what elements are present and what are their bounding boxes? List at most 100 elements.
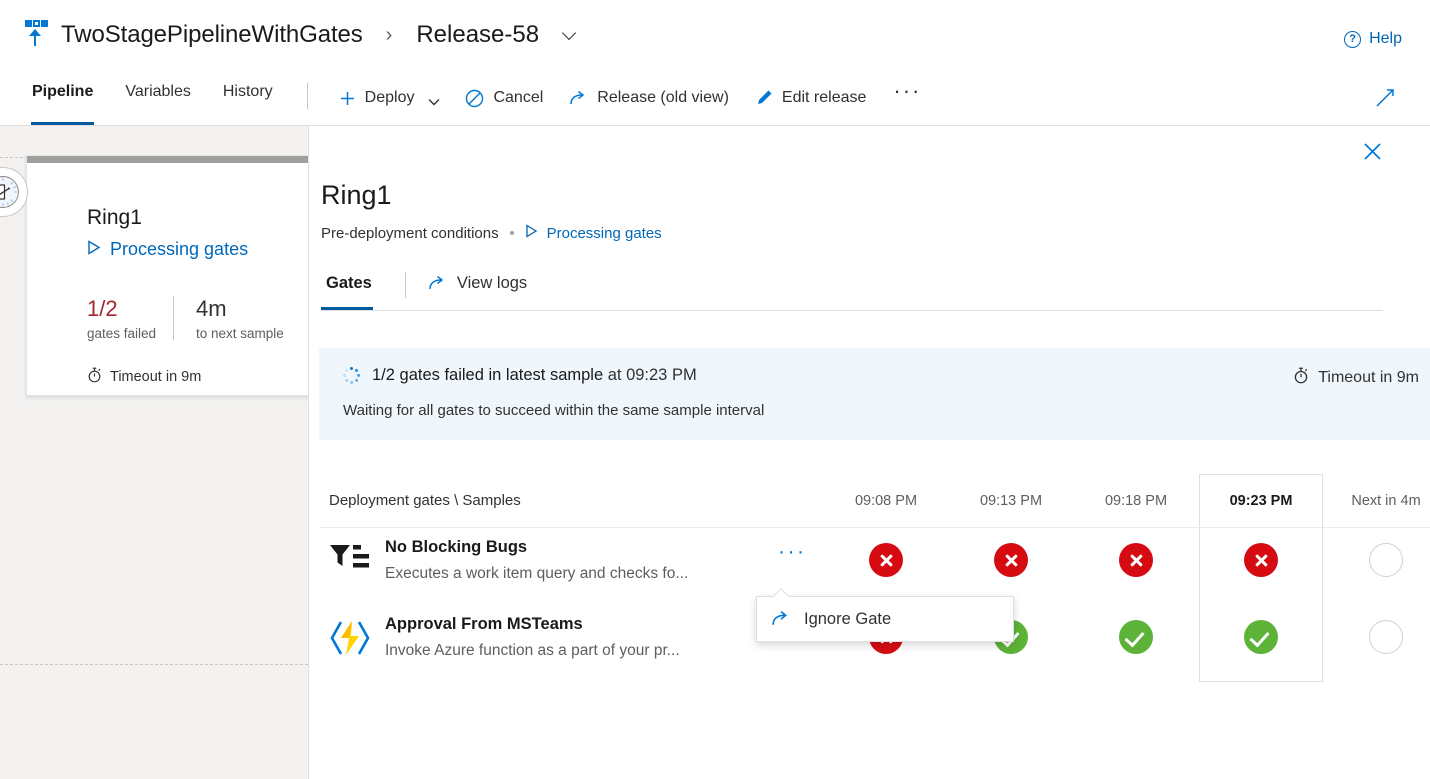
stage-status[interactable]: Processing gates <box>87 239 248 260</box>
external-link-icon <box>771 610 791 628</box>
metric-divider <box>173 296 174 340</box>
tab-gates-label: Gates <box>326 274 372 292</box>
column-header-3: 09:23 PM <box>1229 492 1293 509</box>
toolbar-overflow-button[interactable]: ··· <box>879 71 935 104</box>
panel-subtitle: Pre-deployment conditions Processing gat… <box>321 224 662 242</box>
sample-cell <box>1074 543 1198 577</box>
status-pending-icon <box>1369 620 1403 654</box>
stage-card-ring1[interactable]: Ring1 Processing gates 1/2 gates failed … <box>26 155 326 396</box>
gate-more-actions-button[interactable]: ··· <box>778 541 806 562</box>
chevron-down-icon <box>428 93 440 105</box>
stage-metrics: 1/2 gates failed 4m to next sample <box>87 296 284 341</box>
breadcrumb: TwoStagePipelineWithGates › Release-58 <box>22 20 576 50</box>
loading-spinner-icon <box>343 367 361 384</box>
work-item-query-filter-icon <box>329 541 371 579</box>
plus-icon <box>339 90 356 107</box>
tab-variables-label: Variables <box>125 83 191 100</box>
status-pass-icon <box>1119 620 1153 654</box>
ignore-gate-label: Ignore Gate <box>804 609 892 628</box>
toolbar: Pipeline Variables History Deploy Cancel… <box>0 71 1430 126</box>
banner-timeout: Timeout in 9m <box>1293 367 1419 389</box>
panel-subtitle-text: Pre-deployment conditions <box>321 224 499 242</box>
context-menu-beak <box>773 587 791 597</box>
banner-headline: 1/2 gates failed in latest sample at 09:… <box>343 366 697 385</box>
banner-headline-strong: 1/2 gates failed in latest sample <box>372 366 604 384</box>
metric-next-sample-label: to next sample <box>196 326 284 341</box>
metric-gates-failed: 1/2 gates failed <box>87 296 165 341</box>
tab-pipeline[interactable]: Pipeline <box>16 71 109 125</box>
status-fail-icon <box>869 543 903 577</box>
metric-next-sample: 4m to next sample <box>196 296 284 341</box>
question-circle-icon: ? <box>1344 30 1362 48</box>
panel-status-link[interactable]: Processing gates <box>525 224 662 242</box>
gate-title: Approval From MSTeams <box>385 615 583 633</box>
stage-timeout-label: Timeout in 9m <box>110 369 202 385</box>
app-header: TwoStagePipelineWithGates › Release-58 ?… <box>0 0 1430 71</box>
view-logs-label: View logs <box>456 274 528 292</box>
metric-next-sample-value: 4m <box>196 296 227 321</box>
gate-description: Executes a work item query and checks fo… <box>385 565 689 582</box>
subtitle-bullet <box>509 231 514 235</box>
banner-headline-rest: at 09:23 PM <box>603 366 697 384</box>
tab-gates[interactable]: Gates <box>321 270 391 310</box>
help-button[interactable]: ? Help <box>1344 30 1402 48</box>
gates-table-header: Deployment gates \ Samples 09:08 PM 09:1… <box>319 474 1430 528</box>
chevron-down-icon[interactable] <box>564 27 576 39</box>
gates-detail-panel: Ring1 Pre-deployment conditions Processi… <box>308 126 1430 779</box>
status-banner: 1/2 gates failed in latest sample at 09:… <box>319 348 1430 440</box>
tab-history[interactable]: History <box>207 71 289 125</box>
status-pending-icon <box>1369 543 1403 577</box>
release-name[interactable]: Release-58 <box>416 21 539 49</box>
stage-name: Ring1 <box>87 206 142 229</box>
deploy-label: Deploy <box>364 89 415 106</box>
pipeline-name[interactable]: TwoStagePipelineWithGates <box>61 21 363 49</box>
sample-cell <box>1324 620 1430 654</box>
toolbar-divider <box>306 83 308 109</box>
metric-gates-failed-value: 1/2 <box>87 296 118 321</box>
panel-status-link-label: Processing gates <box>546 224 662 242</box>
canvas-divider-bottom <box>0 664 308 665</box>
sample-cell <box>1199 620 1323 654</box>
gates-table-row-header: Deployment gates \ Samples <box>329 492 521 509</box>
status-fail-icon <box>994 543 1028 577</box>
status-fail-icon <box>1244 543 1278 577</box>
gate-context-menu: Ignore Gate <box>756 596 1014 642</box>
edit-release-label: Edit release <box>781 89 867 106</box>
help-label: Help <box>1369 30 1402 47</box>
sample-cell <box>1199 543 1323 577</box>
breadcrumb-separator-icon: › <box>385 23 393 46</box>
metric-gates-failed-label: gates failed <box>87 326 157 341</box>
banner-timeout-label: Timeout in 9m <box>1318 369 1419 386</box>
column-header-1: 09:13 PM <box>979 492 1043 509</box>
view-logs-button[interactable]: View logs <box>428 270 527 293</box>
column-header-0: 09:08 PM <box>854 492 918 509</box>
edit-release-button[interactable]: Edit release <box>742 71 880 113</box>
close-icon[interactable] <box>1360 139 1384 163</box>
status-pass-icon <box>1244 620 1278 654</box>
tab-variables[interactable]: Variables <box>109 71 207 125</box>
gates-table: Deployment gates \ Samples 09:08 PM 09:1… <box>319 474 1430 682</box>
stopwatch-icon <box>1293 367 1309 389</box>
external-link-icon <box>428 275 447 292</box>
tab-pipeline-label: Pipeline <box>32 83 94 100</box>
sample-cell <box>1324 543 1430 577</box>
sample-cell <box>1074 620 1198 654</box>
gate-description: Invoke Azure function as a part of your … <box>385 642 680 659</box>
ignore-gate-menu-item[interactable]: Ignore Gate <box>757 597 1013 641</box>
pencil-icon <box>755 89 773 107</box>
cancel-circle-icon <box>465 89 484 108</box>
expand-diagonal-icon[interactable] <box>1374 87 1396 114</box>
column-header-4: Next in 4m <box>1351 492 1421 509</box>
tab-history-label: History <box>222 83 273 100</box>
gate-title: No Blocking Bugs <box>385 538 528 556</box>
external-link-icon <box>569 90 588 107</box>
stage-card-status-bar <box>27 156 325 163</box>
cancel-button[interactable]: Cancel <box>452 71 556 113</box>
sample-cell <box>824 543 948 577</box>
panel-tabs: Gates View logs <box>321 270 1383 311</box>
deploy-button[interactable]: Deploy <box>326 71 453 113</box>
sample-cell <box>949 543 1073 577</box>
release-old-view-button[interactable]: Release (old view) <box>556 71 742 113</box>
table-row[interactable]: No Blocking Bugs Executes a work item qu… <box>319 528 1430 605</box>
status-fail-icon <box>1119 543 1153 577</box>
